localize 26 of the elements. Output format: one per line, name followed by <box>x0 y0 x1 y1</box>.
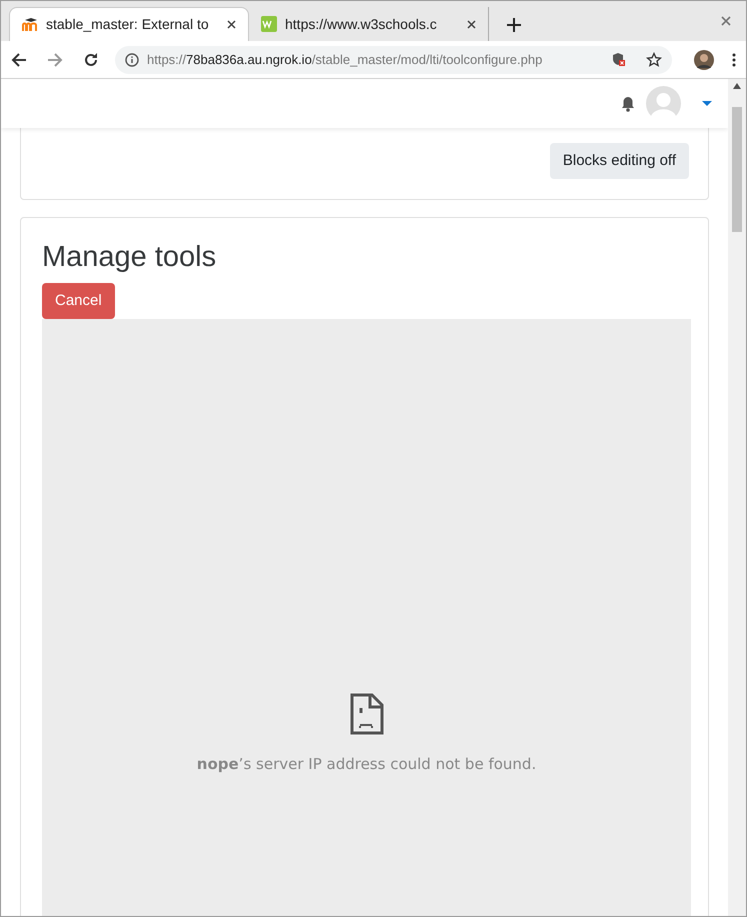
graduation-cap-icon <box>22 18 38 32</box>
shield-icon[interactable] <box>612 52 626 67</box>
sad-page-icon <box>350 693 384 735</box>
close-icon[interactable] <box>227 20 236 29</box>
cancel-button[interactable]: Cancel <box>42 283 115 319</box>
scrollbar-thumb[interactable] <box>732 107 742 232</box>
address-bar[interactable]: https://78ba836a.au.ngrok.io/stable_master/mod/lti/toolconfigure.php <box>115 46 672 74</box>
back-icon[interactable] <box>11 52 27 68</box>
bell-icon[interactable] <box>621 96 635 112</box>
browser-tab[interactable]: stable_master: External to <box>9 7 249 41</box>
url-text: https://78ba836a.au.ngrok.io/stable_master/mod/lti/toolconfigure.php <box>147 50 544 69</box>
info-icon <box>125 52 139 66</box>
star-icon[interactable] <box>646 52 662 68</box>
close-icon[interactable] <box>467 20 476 28</box>
caret-icon[interactable] <box>702 100 712 106</box>
reload-icon[interactable] <box>83 52 99 68</box>
wave-tile-icon <box>261 16 277 32</box>
menu-icon[interactable] <box>732 52 736 66</box>
page-heading: Manage tools <box>42 240 218 275</box>
scrollbar[interactable] <box>728 79 746 916</box>
blocks-editing-button[interactable]: Blocks editing off <box>550 143 689 179</box>
profile-avatar-icon[interactable] <box>694 50 714 70</box>
plus-icon <box>507 18 521 32</box>
error-message: nope’s server IP address could not be found. <box>196 754 536 775</box>
scroll-up-icon[interactable] <box>733 83 741 89</box>
forward-icon[interactable] <box>47 52 63 68</box>
